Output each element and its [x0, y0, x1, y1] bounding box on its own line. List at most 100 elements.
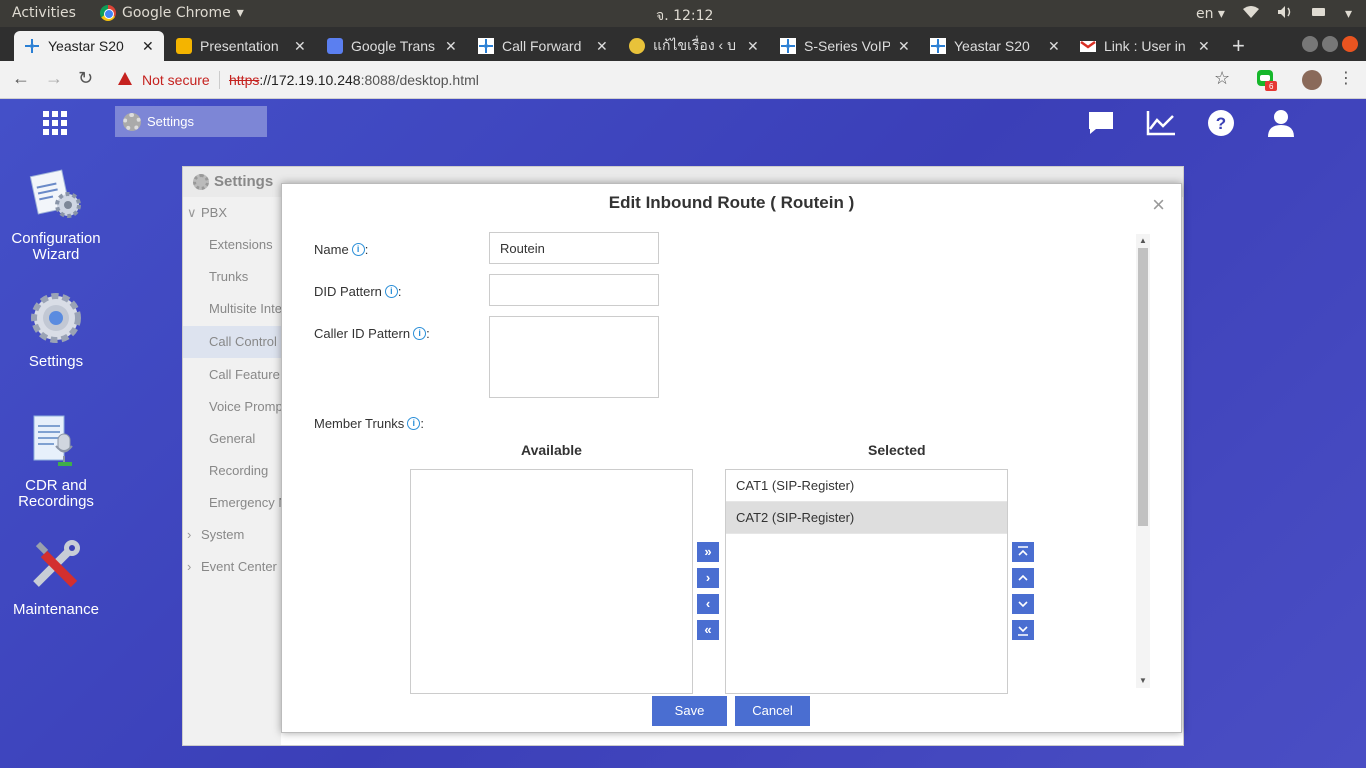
sidebar-item-recording[interactable]: Recording	[183, 455, 281, 487]
move-all-right-button[interactable]: »	[697, 542, 719, 562]
dialog-scrollbar[interactable]: ▲ ▼	[1136, 234, 1150, 688]
tab-title: Yeastar S20	[48, 38, 124, 54]
tab-s-series-voip[interactable]: S-Series VoIP ✕	[770, 31, 920, 61]
close-tab-icon[interactable]: ✕	[1198, 38, 1212, 55]
sidebar-item-call-control[interactable]: Call Control	[183, 326, 281, 358]
move-left-button[interactable]: ‹	[697, 594, 719, 614]
close-tab-icon[interactable]: ✕	[445, 38, 459, 55]
profile-avatar[interactable]	[1302, 70, 1322, 90]
did-pattern-input[interactable]	[489, 274, 659, 306]
tab-yeastar-s20-active[interactable]: Yeastar S20 ✕	[14, 31, 164, 61]
back-arrow-icon[interactable]: ←	[12, 68, 30, 89]
minimize-icon[interactable]	[1302, 36, 1318, 52]
close-tab-icon[interactable]: ✕	[898, 38, 912, 55]
more-menu-icon[interactable]: ⋮	[1338, 68, 1354, 88]
close-tab-icon[interactable]: ✕	[142, 38, 156, 55]
user-icon[interactable]	[1267, 109, 1295, 137]
icon-label-line-1: CDR and	[25, 477, 87, 494]
sidebar-item-multisite[interactable]: Multisite Inte	[183, 293, 281, 325]
desktop-icon-cdr-recordings[interactable]: CDR and Recordings	[0, 414, 112, 510]
language-indicator[interactable]: en ▾	[1196, 6, 1225, 22]
move-bottom-button[interactable]	[1012, 620, 1034, 640]
tab-title: Call Forward	[502, 38, 582, 54]
help-icon[interactable]: ?	[1207, 109, 1235, 137]
yeastar-icon	[24, 38, 40, 54]
forward-arrow-icon[interactable]: →	[45, 68, 63, 89]
sidebar-item-emergency[interactable]: Emergency N	[183, 487, 281, 519]
sidebar-item-voice-prompt[interactable]: Voice Promp	[183, 391, 281, 423]
sidebar-item-event-center[interactable]: › Event Center	[183, 551, 281, 583]
selected-trunks-list[interactable]: CAT1 (SIP-Register) CAT2 (SIP-Register)	[725, 469, 1008, 694]
scrollbar-thumb[interactable]	[1138, 248, 1148, 526]
wifi-icon[interactable]	[1242, 5, 1259, 23]
close-window-icon[interactable]	[1342, 36, 1358, 52]
url-scheme: https	[229, 72, 260, 88]
close-tab-icon[interactable]: ✕	[1048, 38, 1062, 55]
tab-yeastar-s20-2[interactable]: Yeastar S20 ✕	[920, 31, 1070, 61]
cancel-button[interactable]: Cancel	[735, 696, 810, 726]
info-icon[interactable]: i	[351, 243, 365, 256]
close-tab-icon[interactable]: ✕	[747, 38, 761, 55]
move-down-button[interactable]	[1012, 594, 1034, 614]
system-tray[interactable]: en ▾ ▾	[1196, 5, 1352, 23]
scroll-up-icon[interactable]: ▲	[1139, 236, 1147, 245]
desktop-icon-settings[interactable]: Settings	[0, 290, 112, 370]
info-icon[interactable]: i	[407, 417, 421, 430]
app-menu[interactable]: Google Chrome ▾	[100, 5, 244, 21]
name-input[interactable]	[489, 232, 659, 264]
move-top-button[interactable]	[1012, 542, 1034, 562]
tab-call-forward[interactable]: Call Forward ✕	[468, 31, 618, 61]
info-icon[interactable]: i	[384, 285, 398, 298]
close-icon[interactable]: ×	[1152, 192, 1165, 218]
list-item-cat1[interactable]: CAT1 (SIP-Register)	[726, 470, 1007, 502]
list-item-cat2-selected[interactable]: CAT2 (SIP-Register)	[726, 502, 1007, 534]
save-button[interactable]: Save	[652, 696, 727, 726]
not-secure-label[interactable]: Not secure	[142, 72, 210, 88]
selected-heading: Selected	[868, 442, 926, 458]
desktop-icon-maintenance[interactable]: Maintenance	[0, 538, 112, 618]
gear-icon	[123, 112, 141, 131]
volume-icon[interactable]	[1277, 5, 1293, 23]
sidebar-item-call-feature[interactable]: Call Feature	[183, 359, 281, 391]
caller-id-pattern-textarea[interactable]	[489, 316, 659, 398]
bookmark-star-icon[interactable]: ☆	[1214, 68, 1230, 89]
scroll-down-icon[interactable]: ▼	[1139, 676, 1147, 685]
taskbar-settings[interactable]: Settings	[115, 106, 267, 137]
sidebar-item-extensions[interactable]: Extensions	[183, 229, 281, 261]
window-controls	[1302, 36, 1358, 52]
app-grid-icon[interactable]	[43, 111, 67, 135]
tab-gmail-link[interactable]: Link : User in ✕	[1070, 31, 1220, 61]
sidebar-item-trunks[interactable]: Trunks	[183, 261, 281, 293]
power-menu-chevron-icon[interactable]: ▾	[1345, 6, 1352, 22]
move-all-left-button[interactable]: «	[697, 620, 719, 640]
close-tab-icon[interactable]: ✕	[294, 38, 308, 55]
close-tab-icon[interactable]: ✕	[596, 38, 610, 55]
move-up-button[interactable]	[1012, 568, 1034, 588]
window-title-text: Settings	[214, 173, 274, 190]
tab-presentation[interactable]: Presentation ✕	[166, 31, 316, 61]
maximize-icon[interactable]	[1322, 36, 1338, 52]
sidebar-item-system[interactable]: › System	[183, 519, 281, 551]
settings-sidebar: ∨ PBX Extensions Trunks Multisite Inte Ca…	[183, 197, 281, 745]
info-icon[interactable]: i	[413, 327, 427, 340]
clock[interactable]: จ. 12:12	[656, 5, 713, 27]
tab-google-translate[interactable]: Google Trans ✕	[317, 31, 467, 61]
chat-icon[interactable]	[1087, 109, 1115, 137]
warning-triangle-icon[interactable]	[118, 72, 132, 85]
new-tab-plus-icon[interactable]: +	[1232, 33, 1245, 59]
chart-icon[interactable]	[1146, 109, 1175, 137]
available-trunks-list[interactable]	[410, 469, 693, 694]
line-extension-icon[interactable]	[1257, 70, 1277, 95]
yeastar-icon	[478, 38, 494, 54]
sidebar-item-pbx[interactable]: ∨ PBX	[183, 197, 281, 229]
url-field[interactable]: https://172.19.10.248:8088/desktop.html	[229, 72, 479, 88]
sidebar-label: Call Control	[209, 334, 277, 349]
move-right-button[interactable]: ›	[697, 568, 719, 588]
tab-thai-forum[interactable]: แก้ไขเรื่อง ‹ บ ✕	[619, 31, 769, 61]
reload-icon[interactable]: ↻	[78, 68, 93, 89]
desktop-icon-configuration-wizard[interactable]: Configuration Wizard	[0, 167, 112, 263]
battery-icon[interactable]	[1311, 6, 1327, 22]
activities-button[interactable]: Activities	[12, 5, 76, 21]
sidebar-label: Extensions	[209, 237, 273, 252]
sidebar-item-general[interactable]: General	[183, 423, 281, 455]
